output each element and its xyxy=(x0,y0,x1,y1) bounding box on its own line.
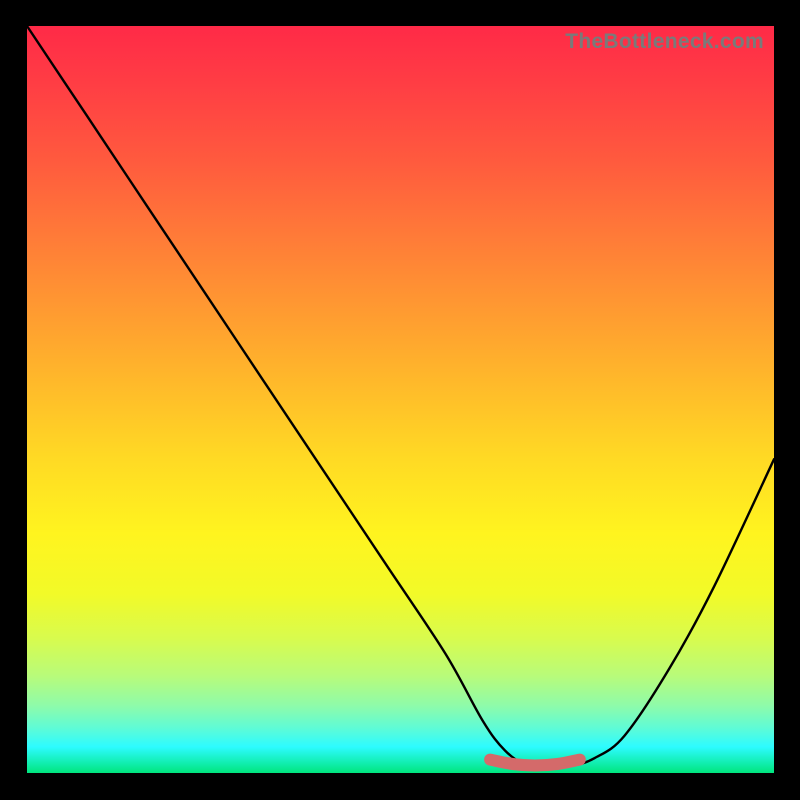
chart-stage: TheBottleneck.com xyxy=(0,0,800,800)
bottleneck-curve-path xyxy=(27,26,774,767)
sweet-spot-path xyxy=(490,760,580,766)
chart-svg xyxy=(27,26,774,773)
chart-plot-area: TheBottleneck.com xyxy=(27,26,774,773)
